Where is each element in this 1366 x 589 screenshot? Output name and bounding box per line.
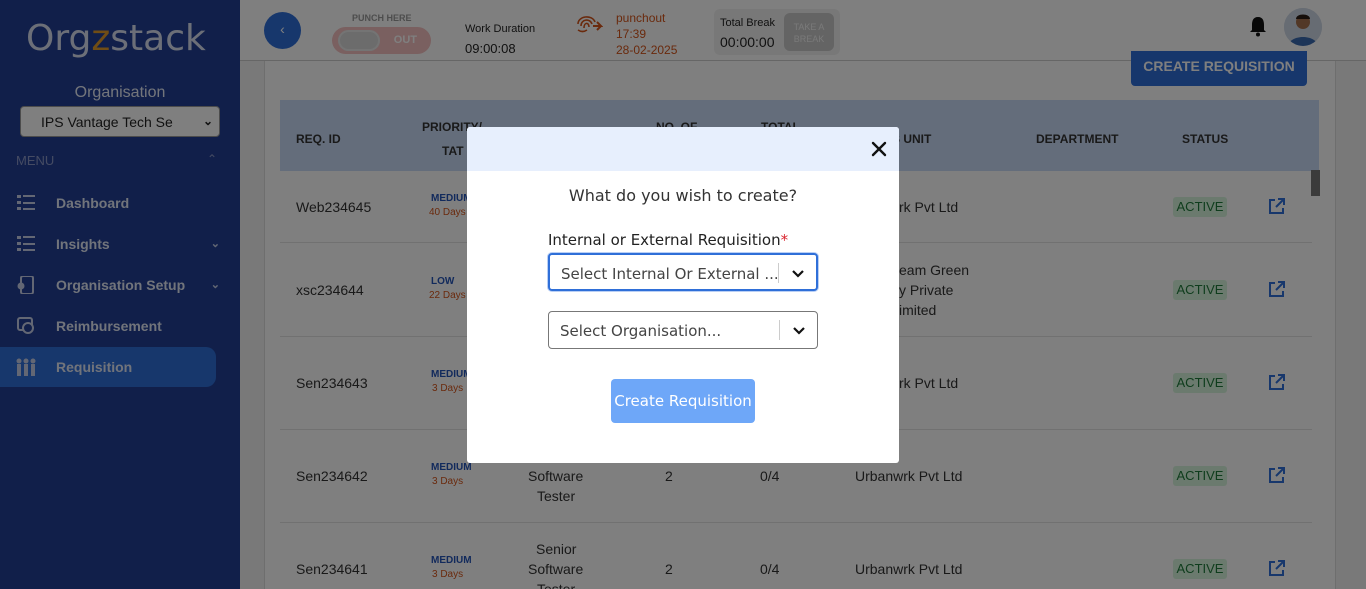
create-requisition-modal: What do you wish to create? Internal or … xyxy=(467,127,899,463)
chevron-down-icon[interactable] xyxy=(791,322,807,338)
requisition-type-label: Internal or External Requisition* xyxy=(548,231,788,249)
close-icon[interactable] xyxy=(869,139,889,159)
required-mark: * xyxy=(780,231,789,249)
requisition-type-placeholder: Select Internal Or External ... xyxy=(561,265,779,283)
organisation-select-modal[interactable]: Select Organisation... xyxy=(548,311,818,349)
field-label-text: Internal or External Requisition xyxy=(548,231,781,249)
create-requisition-submit-button[interactable]: Create Requisition xyxy=(611,379,755,423)
modal-title: What do you wish to create? xyxy=(568,186,798,205)
select-separator xyxy=(778,263,779,283)
select-separator xyxy=(779,320,780,340)
organisation-placeholder: Select Organisation... xyxy=(560,322,722,340)
modal-header xyxy=(467,127,899,171)
requisition-type-select[interactable]: Select Internal Or External ... xyxy=(548,253,818,291)
chevron-down-icon[interactable] xyxy=(790,265,806,281)
